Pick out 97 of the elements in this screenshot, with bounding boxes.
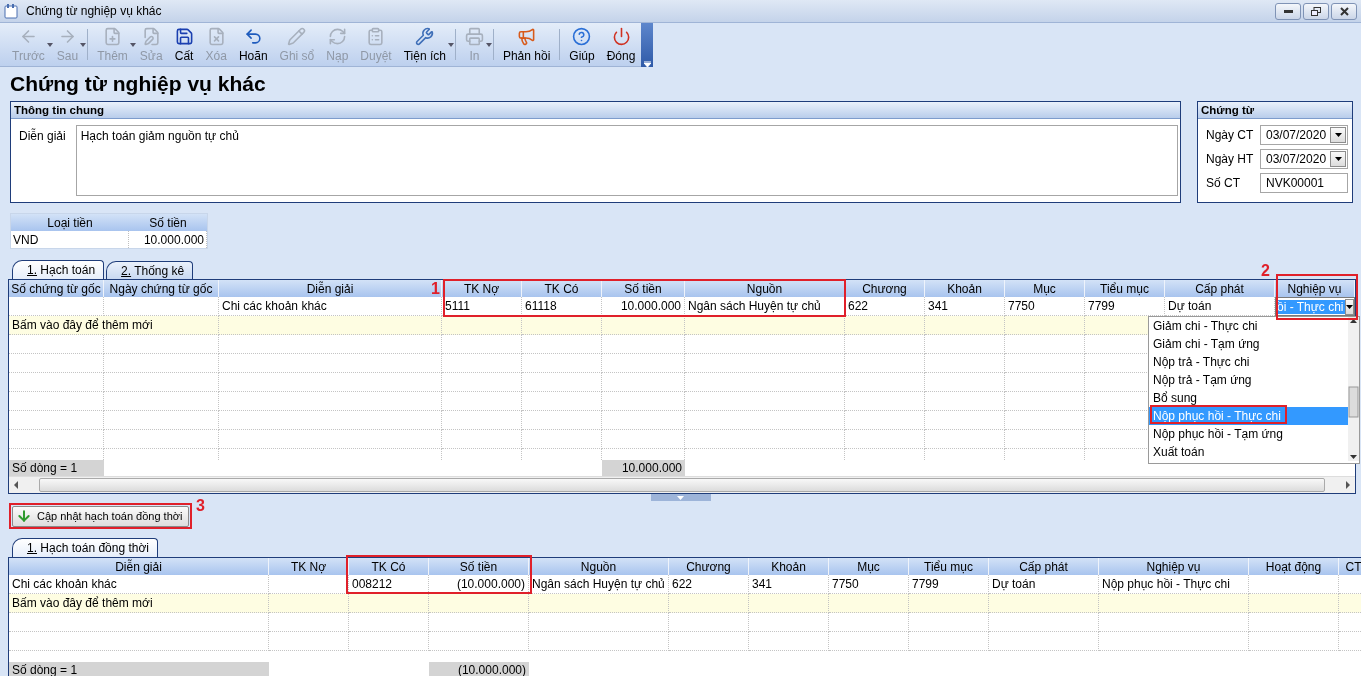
total-amount: (10.000.000) xyxy=(429,662,529,676)
toolbar-button[interactable]: Cất xyxy=(168,23,200,66)
dropdown-button[interactable] xyxy=(1330,151,1346,167)
minimize-button[interactable] xyxy=(1275,2,1301,20)
dropdown-button[interactable] xyxy=(1330,127,1346,143)
power-icon xyxy=(611,26,631,46)
column-header: Tiểu mục xyxy=(909,558,989,575)
table-cell: VND xyxy=(11,231,129,248)
toolbar-overflow-button[interactable] xyxy=(641,23,654,67)
column-header: Diễn giải xyxy=(9,558,269,575)
annotation-number: 2 xyxy=(1261,262,1270,280)
toolbar-button[interactable]: Giúp xyxy=(563,23,601,66)
column-header: Cấp phát xyxy=(989,558,1099,575)
column-header: Nghiệp vụ xyxy=(1099,558,1249,575)
horizontal-scrollbar[interactable] xyxy=(9,476,1355,493)
row-count: Số dòng = 1 xyxy=(9,460,104,476)
megaphone-icon xyxy=(517,26,537,46)
toolbar-button[interactable]: Đóng xyxy=(600,23,642,66)
file-edit-icon xyxy=(141,26,161,46)
window-title: Chứng từ nghiệp vụ khác xyxy=(26,4,163,18)
dropdown-arrow-icon xyxy=(1345,304,1353,309)
column-header: Chương xyxy=(669,558,749,575)
dropdown-option[interactable]: Nộp trả - Tạm ứng xyxy=(1149,371,1348,389)
panel-title: Thông tin chung xyxy=(11,102,1180,119)
column-header: Mục xyxy=(1005,280,1085,297)
file-plus-icon xyxy=(103,26,122,46)
tab[interactable]: 1. Hạch toán đồng thời xyxy=(12,538,158,557)
help-icon xyxy=(572,26,592,46)
table-cell: 10.000.000 xyxy=(602,297,685,316)
splitter-handle[interactable] xyxy=(650,494,711,501)
notepad-icon xyxy=(4,3,18,19)
pencil-icon xyxy=(287,26,307,46)
column-header: Số tiền xyxy=(429,558,529,575)
wrench-icon xyxy=(415,26,435,46)
table-cell: Ngân sách Huyện tự chủ xyxy=(685,297,845,316)
table-cell: 61118 xyxy=(522,297,602,316)
column-header: Cấp phát xyxy=(1165,280,1275,297)
restore-icon xyxy=(1311,6,1321,16)
column-header: Số chứng từ gốc xyxy=(9,280,104,297)
date-field[interactable]: 03/07/2020 xyxy=(1260,125,1348,145)
undo-icon xyxy=(243,26,263,46)
refresh-icon xyxy=(327,26,347,46)
dropdown-option[interactable]: Giảm chi - Tạm ứng xyxy=(1149,335,1348,353)
column-header: Hoạt động xyxy=(1249,558,1339,575)
dropdown-option[interactable]: Nộp trả - Thực chi xyxy=(1149,353,1348,371)
panel-title: Chứng từ xyxy=(1198,102,1352,119)
save-icon xyxy=(174,26,194,46)
column-header: Khoản xyxy=(749,558,829,575)
toolbar-button[interactable]: Hoãn xyxy=(232,23,274,66)
column-header: Ngày chứng từ gốc xyxy=(104,280,219,297)
dropdown-option[interactable]: Nộp phục hồi - Tạm ứng xyxy=(1149,425,1348,443)
column-header: Nghiệp vụ xyxy=(1275,280,1355,297)
field-label: Ngày HT xyxy=(1206,152,1255,166)
column-header: TK Có xyxy=(349,558,429,575)
column-header: Mục xyxy=(829,558,909,575)
page-title: Chứng từ nghiệp vụ khác xyxy=(9,71,267,97)
dropdown-option[interactable]: Xuất toán xyxy=(1149,443,1348,461)
dropdown-button[interactable] xyxy=(1344,298,1354,315)
annotation-number: 1 xyxy=(431,280,440,298)
update-button[interactable]: Cập nhật hạch toán đồng thời xyxy=(12,505,190,527)
table-cell: 10.000.000 xyxy=(129,231,207,248)
dropdown-arrow-icon xyxy=(1334,157,1342,161)
date-field[interactable]: 03/07/2020 xyxy=(1260,149,1348,169)
column-header: Khoản xyxy=(925,280,1005,297)
column-header: TK Nợ xyxy=(269,558,349,575)
restore-button[interactable] xyxy=(1303,2,1329,20)
printer-icon xyxy=(464,26,484,46)
field-label: Ngày CT xyxy=(1206,128,1255,142)
column-header: Nguồn xyxy=(529,558,669,575)
dropdown-option[interactable]: Bổ sung xyxy=(1149,389,1348,407)
tab[interactable]: 1. Hạch toán xyxy=(12,260,105,279)
toolbar-button[interactable]: Tiện ích xyxy=(397,23,452,66)
field-label: Số CT xyxy=(1206,176,1241,190)
clipboard-icon xyxy=(366,26,386,46)
column-header: Số tiền xyxy=(129,214,207,231)
description-field[interactable]: Hạch toán giảm nguồn tự chủ xyxy=(75,125,1178,196)
table-cell: 5111 xyxy=(442,297,522,316)
field-label: Diễn giải xyxy=(19,127,66,145)
tab[interactable]: 2. Thống kê xyxy=(106,261,194,279)
column-header: Chương xyxy=(845,280,925,297)
minimize-icon xyxy=(1283,9,1293,13)
annotation-number: 3 xyxy=(196,497,205,515)
column-header: Loại tiền xyxy=(11,214,129,231)
overflow-caret-icon xyxy=(643,61,651,67)
file-delete-icon xyxy=(206,26,226,46)
dropdown-option[interactable]: Giảm chi - Thực chi xyxy=(1149,317,1348,335)
input-field[interactable]: NVK00001 xyxy=(1260,173,1348,193)
scrollbar-thumb[interactable] xyxy=(39,478,1325,492)
row-count: Số dòng = 1 xyxy=(9,662,269,676)
toolbar-button[interactable]: Phản hồi xyxy=(496,23,557,66)
vertical-scrollbar[interactable] xyxy=(1348,317,1359,461)
close-button[interactable] xyxy=(1331,2,1357,20)
total-amount: 10.000.000 xyxy=(602,460,685,476)
close-icon xyxy=(1339,6,1349,16)
dropdown-arrow-icon xyxy=(1334,133,1342,137)
column-header: Tiểu mục xyxy=(1085,280,1165,297)
column-header: CT xyxy=(1339,558,1361,575)
